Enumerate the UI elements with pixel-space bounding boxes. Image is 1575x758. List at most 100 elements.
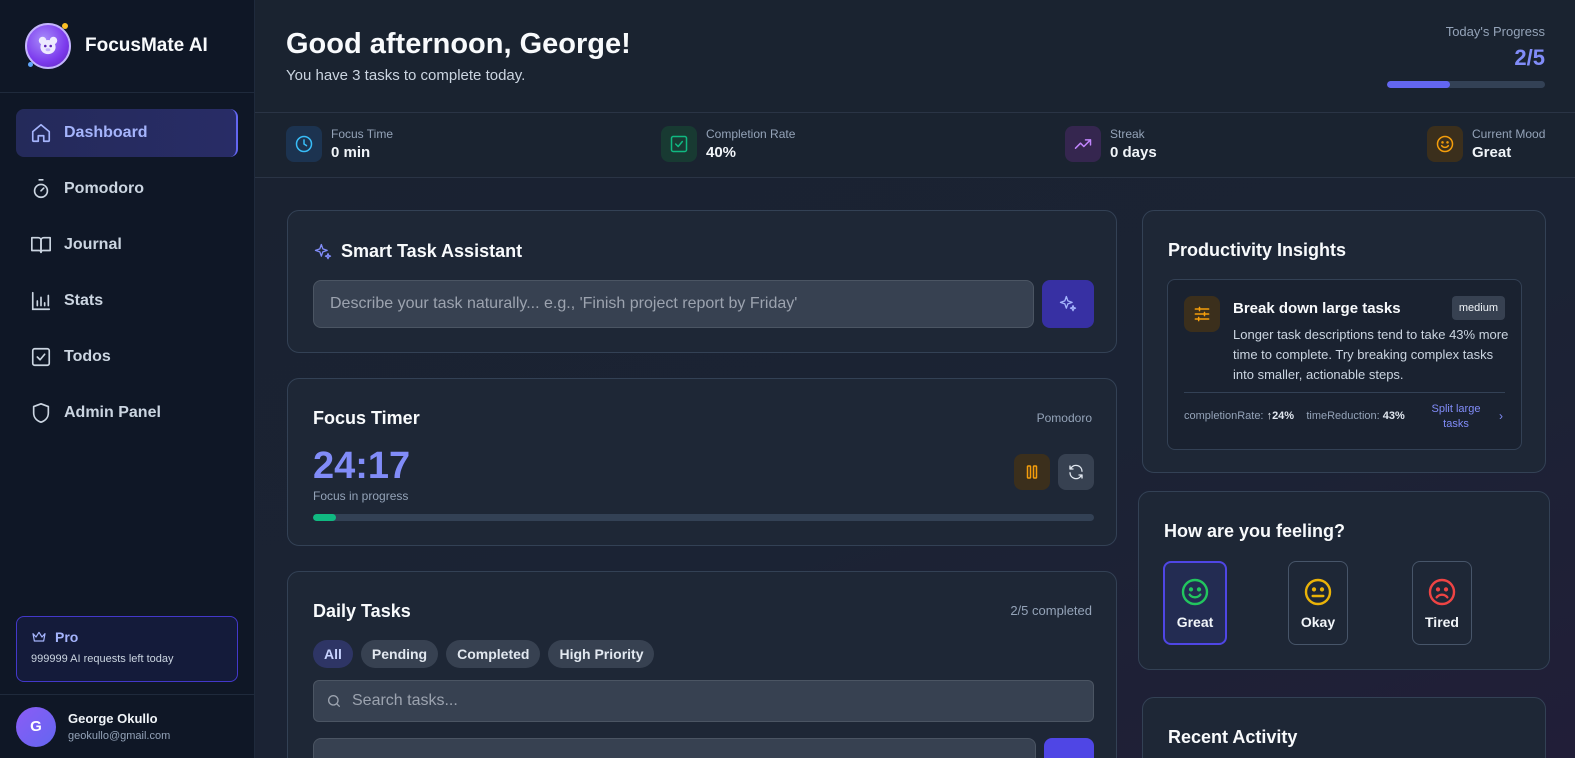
chevron-right-icon[interactable]: › [1499,409,1503,423]
task-search [313,680,1094,722]
sidebar-item-label: Pomodoro [64,180,144,197]
mood-tired-button[interactable]: Tired [1412,561,1472,645]
bar-chart-icon [31,291,51,311]
home-icon [31,123,51,143]
focus-timer-card: Focus Timer Pomodoro 24:17 Focus in prog… [287,378,1117,546]
progress-bar-fill [1387,81,1451,88]
sidebar-item-admin-panel[interactable]: Admin Panel [16,389,238,437]
sidebar: FocusMate AI Dashboard Pomodoro Journal … [0,0,255,758]
brand: FocusMate AI [0,0,254,93]
timer-progress-bar [313,514,1094,521]
card-title: Focus Timer [313,408,420,428]
sidebar-item-label: Admin Panel [64,404,161,421]
insight-metrics: completionRate: ↑24% timeReduction: 43% [1184,410,1405,422]
card-title: Daily Tasks [313,601,411,621]
metric-value: ↑24% [1266,410,1295,422]
filter-high-priority[interactable]: High Priority [548,640,655,668]
pause-button[interactable] [1014,454,1050,490]
divider [1184,392,1505,393]
stat-completion-rate: Completion Rate 40% [661,126,795,162]
crown-icon [32,631,46,642]
shield-icon [32,403,50,423]
main-content: Good afternoon, George! You have 3 tasks… [255,0,1575,758]
progress-bar [1387,81,1545,88]
progress-value: 2/5 [1514,45,1545,70]
sparkles-icon [314,243,332,259]
sidebar-item-todos[interactable]: Todos [16,333,238,381]
stat-value: 0 days [1110,144,1157,161]
daily-tasks-card: Daily Tasks 2/5 completed All Pending Co… [287,571,1117,758]
card-title: Recent Activity [1168,727,1298,747]
sliders-icon [1184,296,1220,332]
book-icon [31,236,51,254]
page-title: Good afternoon, George! [286,28,631,60]
smile-icon [1427,126,1463,162]
mood-okay-button[interactable]: Okay [1288,561,1348,645]
generate-task-button[interactable] [1042,280,1094,328]
sparkles-icon [1059,295,1077,312]
card-title: Productivity Insights [1168,240,1347,260]
user-profile[interactable]: G George Okullo geokullo@gmail.com [0,694,255,758]
sidebar-item-pomodoro[interactable]: Pomodoro [16,165,238,213]
timer-progress-fill [313,514,337,521]
reset-button[interactable] [1058,454,1094,490]
mood-card: How are you feeling? Great Okay Tired [1138,491,1550,670]
filter-completed[interactable]: Completed [446,640,541,668]
priority-badge: medium [1451,296,1505,320]
stat-focus-time: Focus Time 0 min [286,126,393,162]
stat-value: Great [1472,144,1512,161]
sidebar-item-label: Todos [64,348,111,365]
card-title: How are you feeling? [1164,521,1346,541]
user-name: George Okullo [68,711,158,726]
plan-card: Pro 999999 AI requests left today [16,616,238,682]
recent-activity-card: Recent Activity [1142,697,1546,758]
metric-label: timeReduction: [1306,410,1380,422]
productivity-insights-card: Productivity Insights Break down large t… [1142,210,1546,473]
timer-display: 24:17 [313,445,411,487]
sidebar-item-stats[interactable]: Stats [16,277,238,325]
frown-icon [1428,578,1456,606]
new-task-input[interactable] [313,738,1036,758]
plan-requests-left: 999999 AI requests left today [31,653,174,665]
filter-pending[interactable]: Pending [360,640,439,668]
mood-label: Great [1176,614,1214,630]
sidebar-item-journal[interactable]: Journal [16,221,238,269]
search-input[interactable] [352,692,1072,710]
brand-logo-icon [25,23,71,69]
filter-all[interactable]: All [313,640,353,668]
clock-icon [286,126,322,162]
task-filters: All Pending Completed High Priority [313,640,655,668]
insight-item: Break down large tasks medium Longer tas… [1167,279,1522,450]
sidebar-item-label: Journal [64,236,122,253]
progress-label: Today's Progress [1445,24,1545,39]
metric-label: completionRate: [1184,410,1264,422]
sidebar-nav: Dashboard Pomodoro Journal Stats Todos A… [0,93,254,437]
metric-value: 43% [1382,410,1405,422]
task-description-input[interactable] [313,280,1034,328]
smart-task-assistant-card: Smart Task Assistant [287,210,1117,353]
stat-current-mood: Current Mood Great [1427,126,1545,162]
user-email: geokullo@gmail.com [68,730,171,742]
page-header: Good afternoon, George! You have 3 tasks… [255,0,1575,113]
brand-name: FocusMate AI [85,35,208,56]
smile-icon [1181,578,1209,606]
card-title: Smart Task Assistant [341,241,523,261]
timer-mode: Pomodoro [1036,411,1092,425]
check-square-icon [661,126,697,162]
add-task-button[interactable] [1044,738,1094,758]
stat-streak: Streak 0 days [1065,126,1157,162]
insight-description: Longer task descriptions tend to take 43… [1233,327,1509,382]
tasks-completed-count: 2/5 completed [1010,603,1092,618]
sidebar-item-dashboard[interactable]: Dashboard [16,109,238,157]
stat-label: Streak [1110,127,1145,141]
mood-label: Okay [1300,614,1336,630]
pause-icon [1026,465,1038,479]
neutral-face-icon [1304,578,1332,606]
timer-status: Focus in progress [313,489,409,503]
insight-title: Break down large tasks [1233,300,1401,317]
trending-up-icon [1065,126,1101,162]
insight-action-link[interactable]: Split large tasks [1423,402,1489,432]
page-subtitle: You have 3 tasks to complete today. [286,67,526,84]
mood-label: Tired [1425,614,1459,630]
mood-great-button[interactable]: Great [1163,561,1227,645]
